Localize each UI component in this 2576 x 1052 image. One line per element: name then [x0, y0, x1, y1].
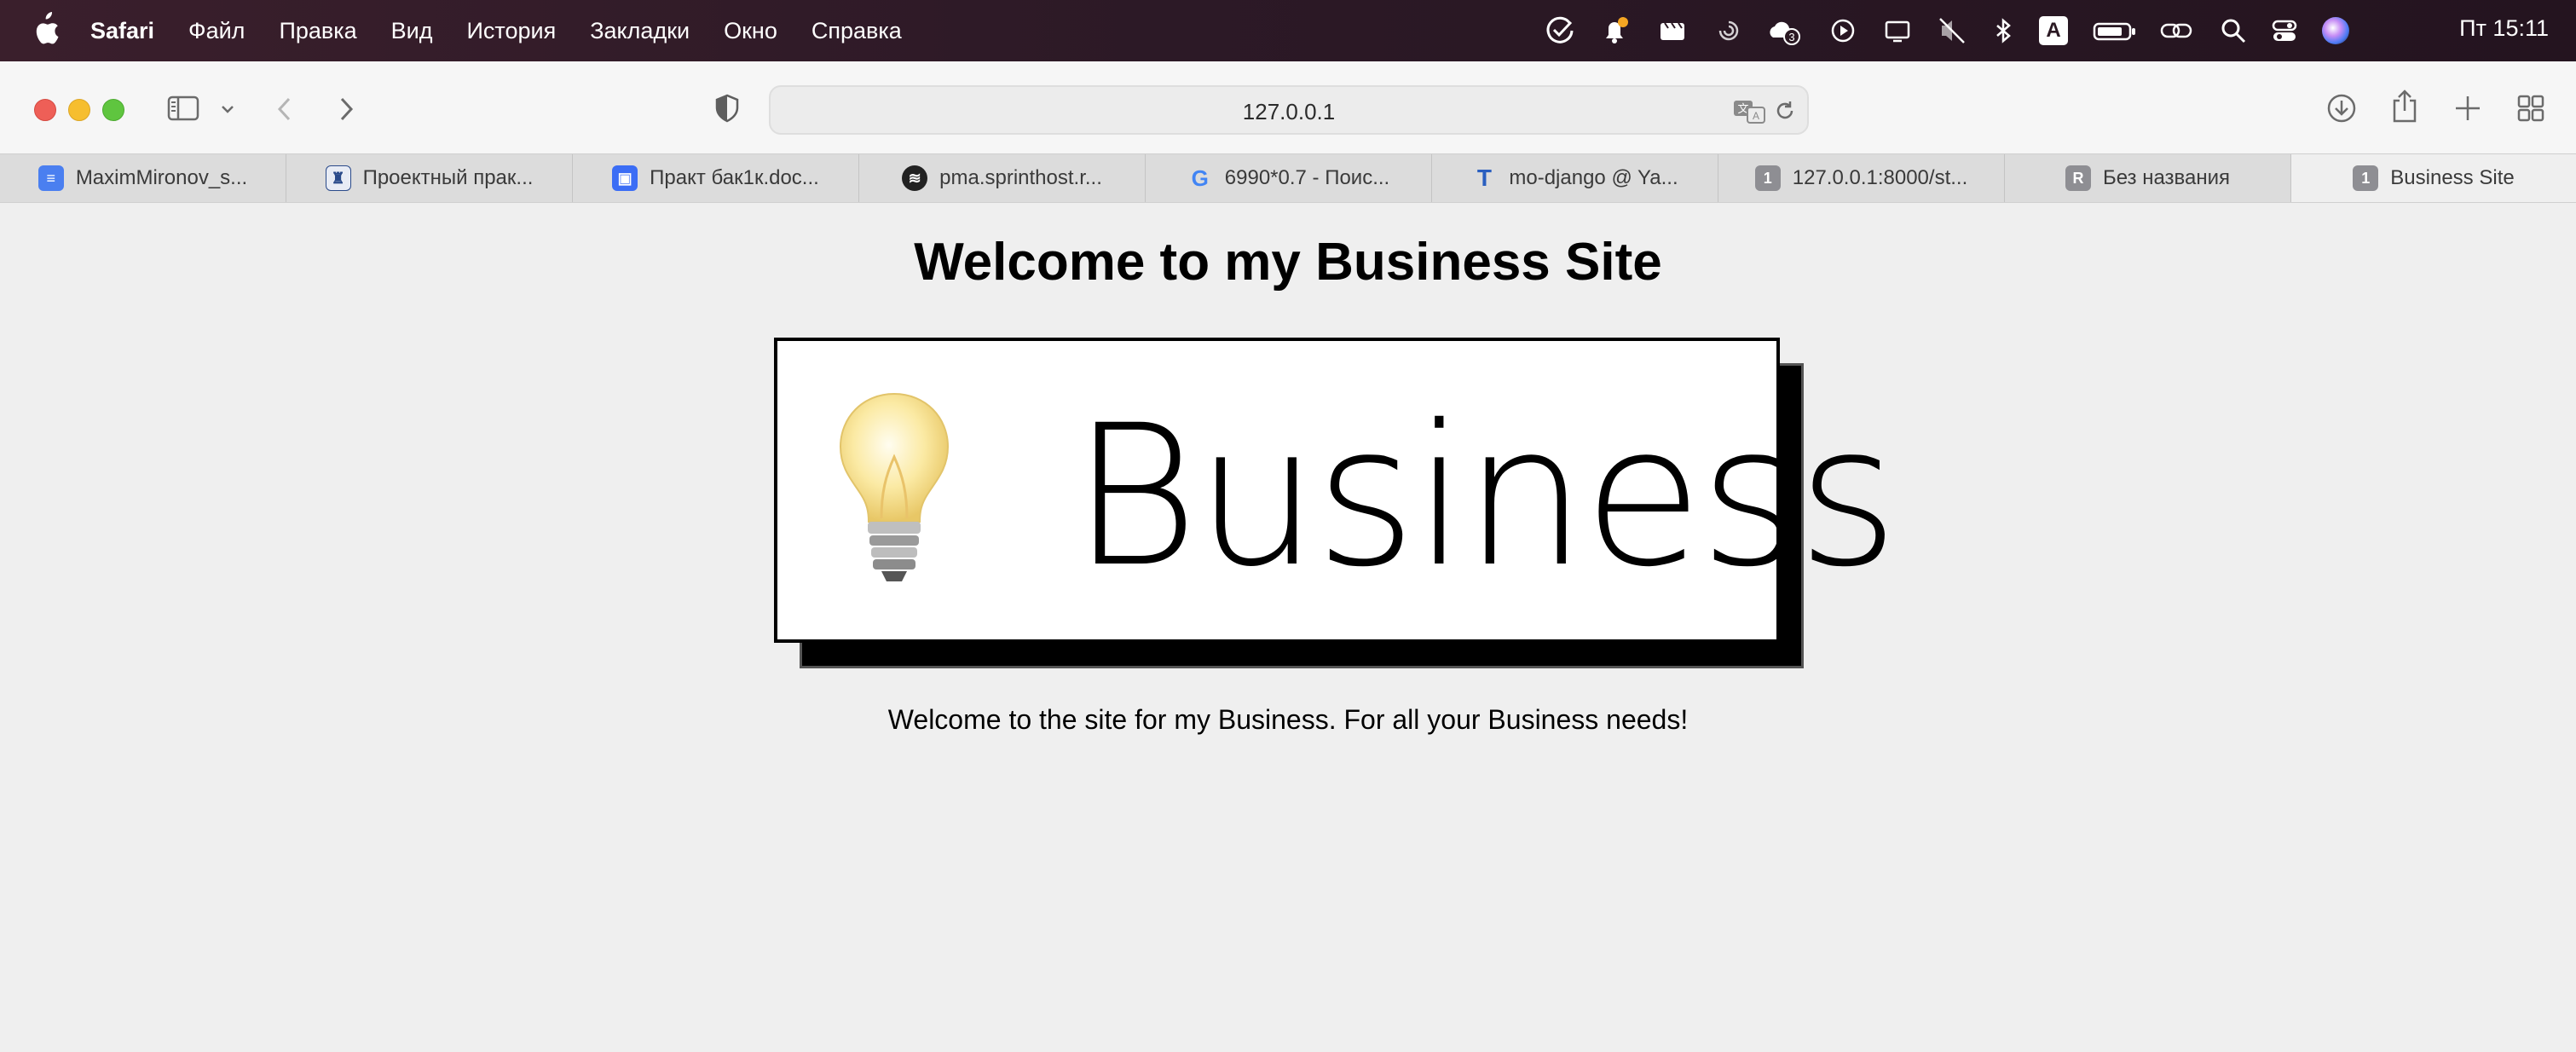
- tab-title: Проектный прак...: [362, 166, 534, 189]
- tab-mo-django[interactable]: T mo-django @ Ya...: [1432, 154, 1718, 202]
- menu-window[interactable]: Окно: [724, 18, 777, 44]
- tab-title: MaximMironov_s...: [75, 166, 248, 189]
- crest-icon: ♜: [325, 165, 351, 191]
- battery-icon[interactable]: [2092, 15, 2138, 46]
- tab-pma-sprinthost[interactable]: ≋ pma.sprinthost.r...: [859, 154, 1146, 202]
- address-bar[interactable]: 127.0.0.1 文A: [769, 85, 1809, 135]
- menu-edit[interactable]: Правка: [279, 18, 356, 44]
- notification-count: 3: [1788, 31, 1794, 43]
- bell-icon[interactable]: [1599, 15, 1630, 46]
- new-tab-icon[interactable]: [2453, 94, 2482, 123]
- control-center-icon[interactable]: [2269, 15, 2300, 46]
- reload-icon[interactable]: [1773, 99, 1797, 123]
- url-text: 127.0.0.1: [1242, 99, 1336, 124]
- tab-title: 6990*0.7 - Поис...: [1224, 166, 1390, 189]
- browser-toolbar: 127.0.0.1 文A: [0, 61, 2576, 153]
- tab-maximmironov[interactable]: ≡ MaximMironov_s...: [0, 154, 286, 202]
- play-circle-icon[interactable]: [1828, 15, 1858, 46]
- bluetooth-icon[interactable]: [1988, 15, 2019, 46]
- display-icon[interactable]: [1882, 15, 1913, 46]
- chevron-down-icon[interactable]: [218, 102, 237, 116]
- sidebar-icon[interactable]: [167, 95, 199, 121]
- tab-title: Business Site: [2390, 166, 2515, 189]
- checkmark-circle-icon[interactable]: [1545, 15, 1575, 46]
- page-content: Welcome to my Business Site Business Wel…: [0, 203, 2576, 1052]
- tab-title: pma.sprinthost.r...: [939, 166, 1102, 189]
- tab-google-search[interactable]: G 6990*0.7 - Поис...: [1146, 154, 1432, 202]
- menu-safari[interactable]: Safari: [90, 18, 154, 44]
- google-icon: G: [1191, 165, 1209, 191]
- apple-icon[interactable]: [31, 12, 60, 48]
- tab-title: mo-django @ Ya...: [1509, 166, 1678, 189]
- menu-bar: Safari Файл Правка Вид История Закладки …: [0, 0, 2576, 61]
- tab-business-site[interactable]: 1 Business Site: [2291, 154, 2576, 202]
- t-icon: T: [1476, 165, 1492, 191]
- share-icon[interactable]: [2390, 89, 2419, 123]
- menu-history[interactable]: История: [467, 18, 557, 44]
- tab-practice-doc[interactable]: ▣ Практ бак1к.doc...: [573, 154, 859, 202]
- downloads-icon[interactable]: [2325, 92, 2358, 124]
- page-title: Welcome to my Business Site: [914, 233, 1662, 292]
- business-logo: Business: [774, 338, 1898, 670]
- number-1-icon: 1: [2353, 165, 2379, 191]
- letter-r-icon: R: [2065, 165, 2091, 191]
- menu-view[interactable]: Вид: [391, 18, 433, 44]
- tab-project-practice[interactable]: ♜ Проектный прак...: [286, 154, 573, 202]
- tab-title: 127.0.0.1:8000/st...: [1792, 166, 1968, 189]
- siri-icon[interactable]: [2322, 17, 2349, 44]
- tab-localhost-8000[interactable]: 1 127.0.0.1:8000/st...: [1718, 154, 2005, 202]
- cloud-badge-icon[interactable]: 3: [1766, 15, 1804, 46]
- tab-overview-icon[interactable]: [2516, 94, 2545, 123]
- close-window-button[interactable]: [34, 99, 56, 121]
- menu-help[interactable]: Справка: [811, 18, 902, 44]
- shield-icon[interactable]: [714, 94, 740, 123]
- minimize-window-button[interactable]: [68, 99, 90, 121]
- tab-untitled[interactable]: R Без названия: [2005, 154, 2291, 202]
- forward-icon[interactable]: [336, 95, 356, 123]
- docs-icon: ≡: [38, 165, 64, 191]
- search-icon[interactable]: [2218, 15, 2249, 46]
- sprinthost-icon: ≋: [902, 165, 928, 191]
- tab-title: Без названия: [2102, 166, 2231, 189]
- mute-icon[interactable]: [1937, 15, 1967, 46]
- svg-text:A: A: [1753, 110, 1759, 122]
- keyboard-layout-icon[interactable]: A: [2039, 16, 2068, 45]
- menu-bookmarks[interactable]: Закладки: [590, 18, 690, 44]
- cube-icon: ▣: [612, 165, 638, 191]
- status-area: 3 A Пт 15:11: [1510, 0, 2576, 61]
- welcome-text: Welcome to the site for my Business. For…: [887, 704, 1689, 735]
- menu-file[interactable]: Файл: [188, 18, 245, 44]
- tab-title: Практ бак1к.doc...: [650, 166, 819, 189]
- swirl-icon[interactable]: [1713, 15, 1744, 46]
- translate-icon[interactable]: 文A: [1732, 97, 1766, 124]
- safari-window: 127.0.0.1 文A ≡ MaximMironov_s... ♜ Проек…: [0, 61, 2576, 1052]
- lightbulb-icon: [839, 392, 950, 581]
- logo-box: Business: [774, 338, 1898, 643]
- number-1-icon: 1: [1754, 165, 1781, 191]
- back-icon[interactable]: [274, 95, 295, 123]
- tab-bar: ≡ MaximMironov_s... ♜ Проектный прак... …: [0, 153, 2576, 203]
- link-icon[interactable]: [2158, 15, 2194, 46]
- clapper-icon[interactable]: [1657, 15, 1688, 46]
- logo-text: Business: [1071, 383, 1898, 610]
- zoom-window-button[interactable]: [102, 99, 124, 121]
- clock[interactable]: Пт 15:11: [2459, 15, 2549, 42]
